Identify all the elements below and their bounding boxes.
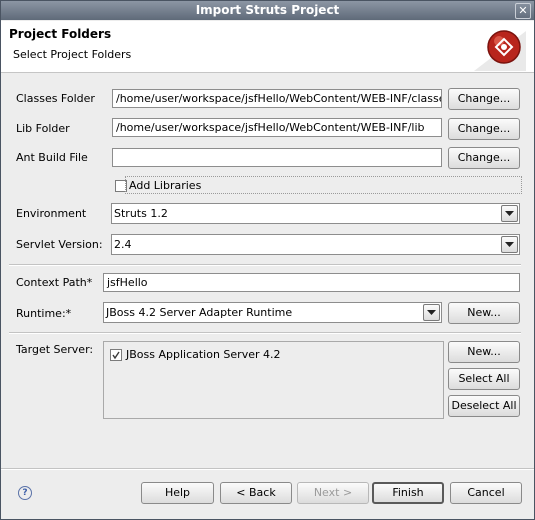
classes-folder-label: Classes Folder — [16, 92, 95, 105]
separator — [9, 332, 521, 334]
lib-folder-change-button[interactable]: Change... — [448, 118, 520, 140]
environment-label: Environment — [16, 207, 87, 220]
struts-logo-icon — [466, 25, 526, 71]
deselect-all-button[interactable]: Deselect All — [448, 395, 520, 417]
help-icon[interactable]: ? — [18, 486, 32, 500]
environment-select[interactable]: Struts 1.2 — [111, 203, 520, 224]
context-path-input[interactable]: jsfHello — [103, 273, 520, 292]
context-path-label: Context Path* — [16, 276, 93, 289]
lib-folder-label: Lib Folder — [16, 122, 70, 135]
ant-build-file-change-button[interactable]: Change... — [448, 147, 520, 169]
back-button[interactable]: < Back — [220, 482, 292, 504]
lib-folder-input[interactable]: /home/user/workspace/jsfHello/WebContent… — [112, 118, 442, 137]
target-server-checkbox[interactable] — [110, 349, 122, 361]
help-button[interactable]: Help — [141, 482, 214, 504]
environment-value: Struts 1.2 — [114, 207, 168, 220]
servlet-version-select[interactable]: 2.4 — [111, 234, 520, 255]
title-bar: Import Struts Project ✕ — [1, 1, 534, 20]
page-subtitle: Select Project Folders — [13, 48, 132, 61]
next-button[interactable]: Next > — [297, 482, 369, 504]
target-server-label: Target Server: — [16, 343, 94, 356]
add-libraries-label[interactable]: Add Libraries — [129, 179, 201, 192]
ant-build-file-input[interactable] — [112, 148, 442, 167]
runtime-new-button[interactable]: New... — [448, 302, 520, 324]
runtime-value: JBoss 4.2 Server Adapter Runtime — [106, 306, 293, 319]
close-icon[interactable]: ✕ — [515, 3, 531, 19]
check-icon — [112, 351, 120, 360]
finish-button[interactable]: Finish — [372, 482, 444, 504]
import-struts-project-dialog: Import Struts Project ✕ Project Folders … — [0, 0, 535, 520]
chevron-down-icon[interactable] — [423, 304, 440, 321]
select-all-button[interactable]: Select All — [448, 368, 520, 390]
chevron-down-icon[interactable] — [501, 205, 518, 222]
chevron-down-icon[interactable] — [501, 236, 518, 253]
ant-build-file-label: Ant Build File — [16, 151, 88, 164]
page-title: Project Folders — [9, 27, 112, 41]
servlet-version-value: 2.4 — [114, 238, 132, 251]
target-server-item-label: JBoss Application Server 4.2 — [126, 348, 281, 361]
target-server-new-button[interactable]: New... — [448, 341, 520, 363]
window-title: Import Struts Project — [195, 3, 340, 17]
runtime-select[interactable]: JBoss 4.2 Server Adapter Runtime — [103, 302, 442, 323]
runtime-label: Runtime:* — [16, 307, 72, 320]
wizard-header: Project Folders Select Project Folders — [1, 21, 534, 73]
separator — [9, 264, 521, 266]
classes-folder-change-button[interactable]: Change... — [448, 88, 520, 110]
footer-separator — [1, 468, 534, 470]
cancel-button[interactable]: Cancel — [450, 482, 522, 504]
classes-folder-input[interactable]: /home/user/workspace/jsfHello/WebContent… — [112, 89, 442, 108]
servlet-version-label: Servlet Version: — [16, 238, 103, 251]
target-server-list[interactable]: JBoss Application Server 4.2 — [103, 341, 444, 419]
